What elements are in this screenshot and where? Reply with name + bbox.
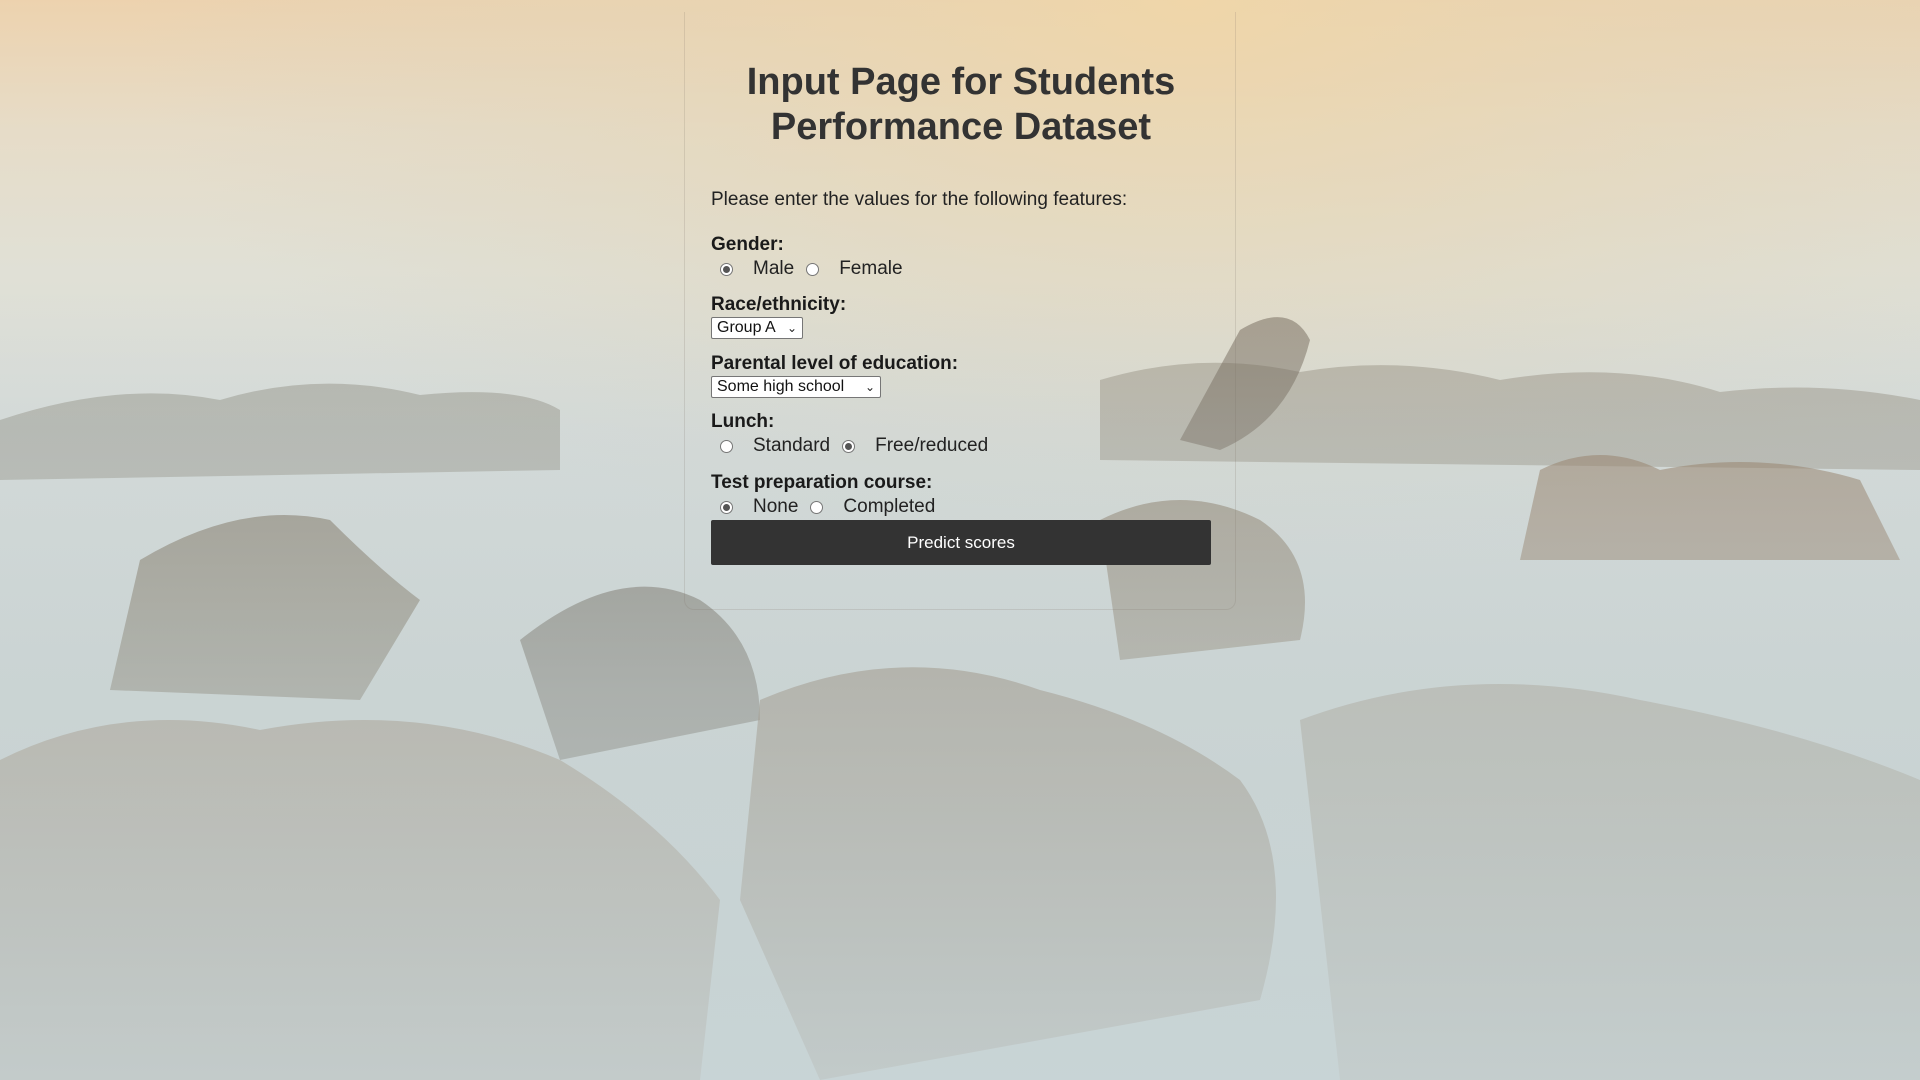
chevron-down-icon: ⌄ [864,380,875,394]
parental-education-label: Parental level of education: [711,353,959,374]
lunch-label: Lunch: [711,411,775,432]
race-label: Race/ethnicity: [711,294,847,315]
chevron-down-icon: ⌄ [786,321,797,335]
test-prep-completed-label: Completed [843,496,936,517]
lunch-standard-label: Standard [753,435,831,456]
test-prep-label: Test preparation course: [711,472,933,493]
page-title: Input Page for Students Performance Data… [746,61,1176,148]
gender-female-label: Female [839,258,903,279]
gender-female-radio[interactable] [806,262,820,276]
intro-text: Please enter the values for the followin… [711,189,1128,210]
race-select[interactable]: Group A ⌄ [711,317,803,339]
lunch-standard-radio[interactable] [720,439,733,453]
test-prep-none-label: None [753,496,799,517]
test-prep-none-radio[interactable] [720,500,733,514]
race-select-value: Group A [717,319,776,336]
lunch-options: Standard Free/reduced [711,435,988,457]
input-form-panel: Input Page for Students Performance Data… [684,12,1236,610]
test-prep-completed-radio[interactable] [810,500,824,514]
lunch-free-reduced-label: Free/reduced [875,435,989,456]
gender-male-radio[interactable] [720,262,733,276]
test-prep-options: None Completed [711,496,935,518]
gender-options: Male Female [711,258,903,280]
predict-scores-button[interactable]: Predict scores [711,520,1211,565]
parental-education-select[interactable]: Some high school ⌄ [711,376,881,398]
gender-male-label: Male [753,258,795,279]
lunch-free-reduced-radio[interactable] [842,439,856,453]
parental-education-select-value: Some high school [717,378,845,395]
gender-label: Gender: [711,234,784,255]
